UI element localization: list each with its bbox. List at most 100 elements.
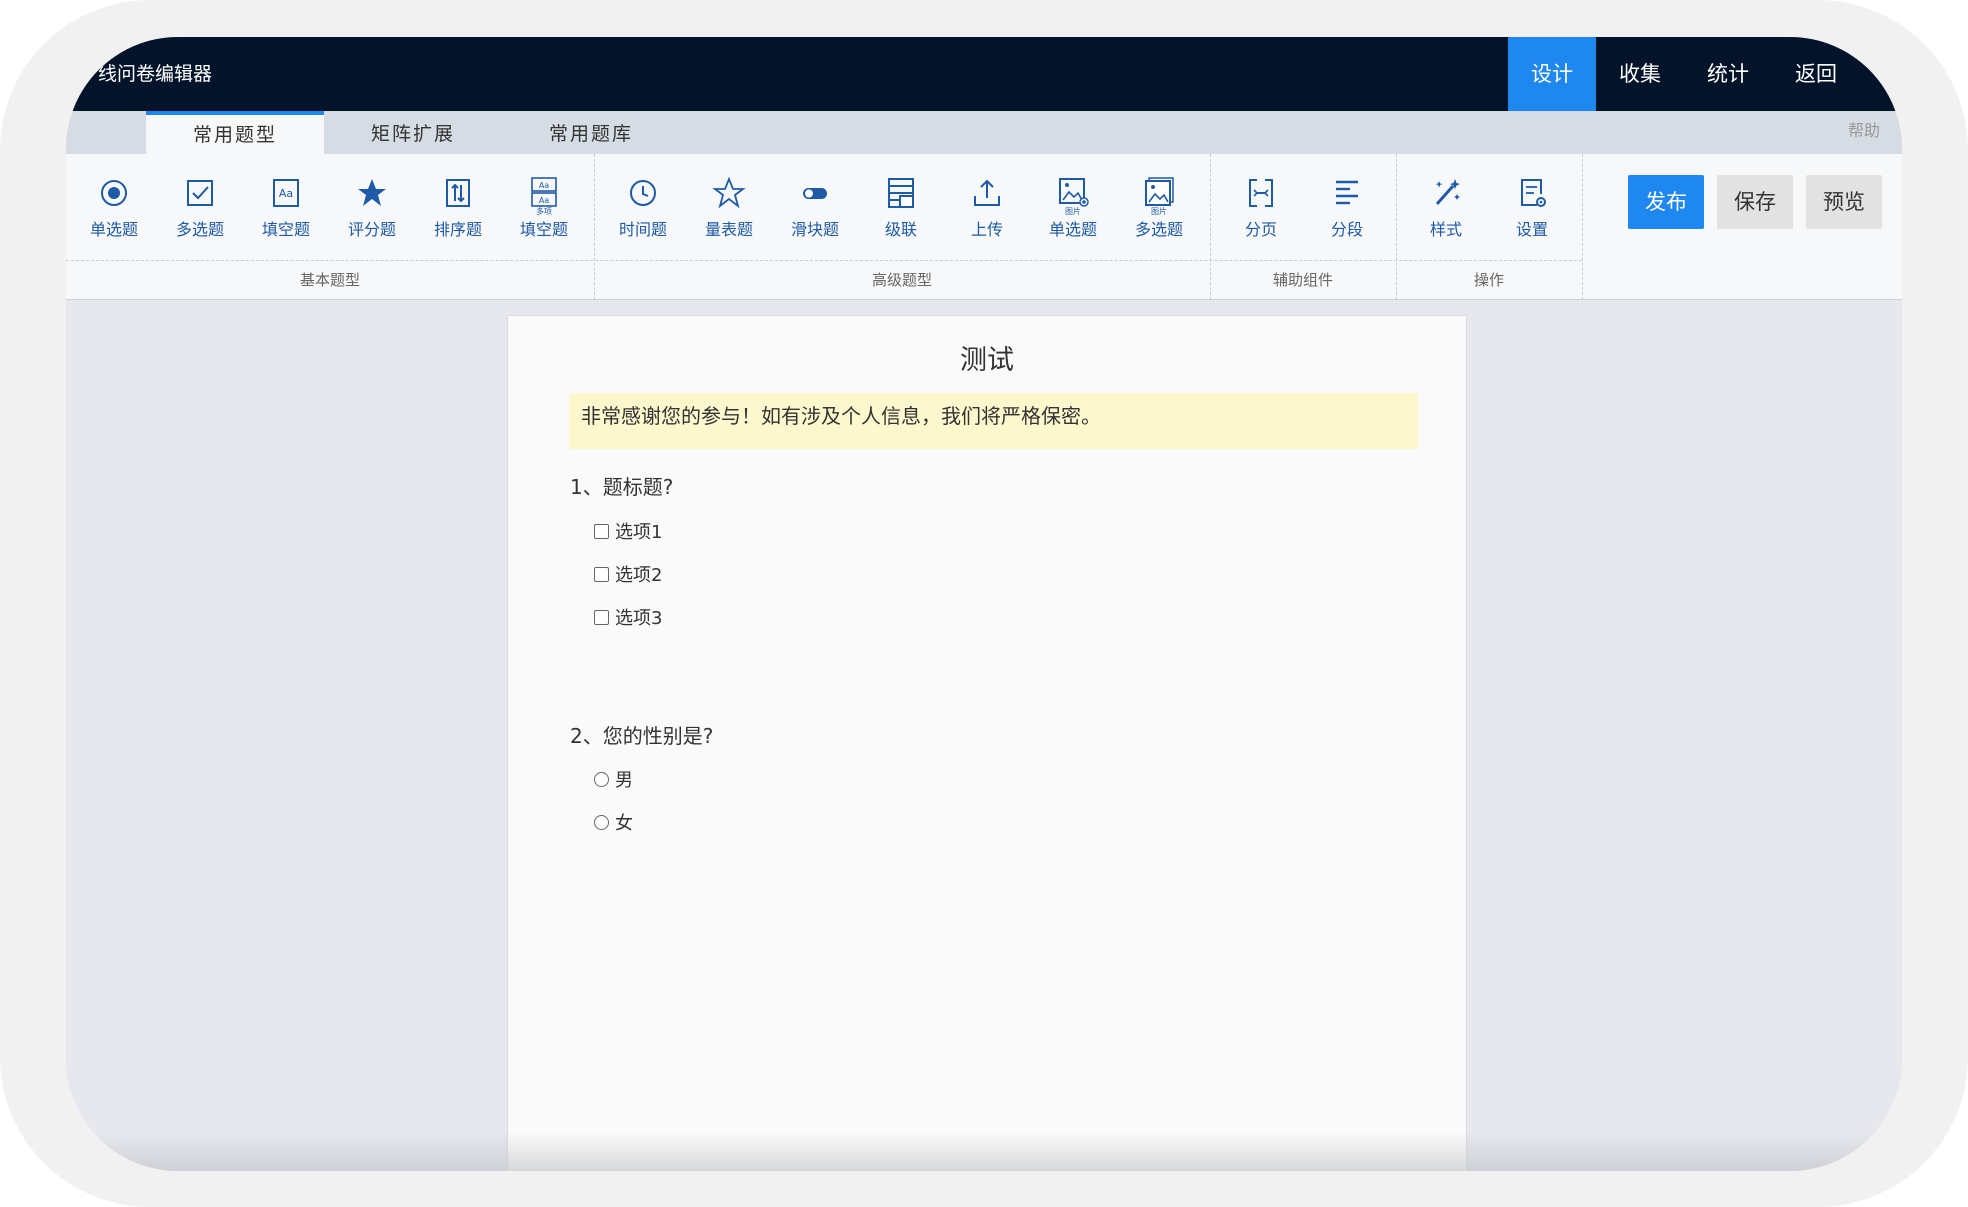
tool-label: 级联: [884, 220, 917, 239]
svg-text:Aa: Aa: [279, 187, 293, 200]
tool-label: 排序题: [433, 220, 482, 239]
tool-label: 分页: [1244, 220, 1277, 239]
radio-icon: [101, 180, 127, 206]
option-label: 选项3: [615, 608, 663, 629]
magic-wand-icon: [1435, 179, 1460, 205]
upload-icon: [974, 179, 1000, 206]
option-label: 男: [615, 770, 633, 791]
save-button[interactable]: 保存: [1717, 175, 1793, 229]
cascade-icon: [888, 178, 914, 208]
preview-button[interactable]: 预览: [1806, 175, 1882, 229]
radio-button[interactable]: [594, 814, 609, 830]
tool-label: 上传: [970, 220, 1003, 239]
sort-icon: [446, 179, 470, 207]
tool-rating[interactable]: 评分题: [329, 170, 415, 250]
survey-notice[interactable]: 非常感谢您的参与！如有涉及个人信息，我们将严格保密。: [569, 393, 1418, 449]
device-frame: 线问卷编辑器 设计 收集 统计 返回 常用题型 矩阵扩展 常用题库 帮助 单选题…: [0, 0, 1968, 1207]
nav-collect[interactable]: 收集: [1596, 37, 1684, 111]
top-navbar: 线问卷编辑器 设计 收集 统计 返回: [66, 37, 1902, 111]
checkbox[interactable]: [594, 523, 609, 539]
tool-sort[interactable]: 排序题: [415, 170, 501, 250]
tool-label: 填空题: [261, 220, 310, 239]
nav-design[interactable]: 设计: [1508, 37, 1596, 111]
survey-title[interactable]: 测试: [508, 338, 1466, 377]
tab-question-bank[interactable]: 常用题库: [502, 111, 680, 154]
radio-button[interactable]: [594, 771, 609, 787]
multi-text-field-icon: Aa Aa: [531, 177, 557, 207]
tool-section[interactable]: 分段: [1304, 170, 1390, 250]
tool-label: 填空题: [519, 220, 568, 239]
tool-settings[interactable]: 设置: [1489, 170, 1575, 250]
tool-label: 多选题: [175, 220, 224, 239]
tool-label: 设置: [1515, 220, 1548, 239]
tab-common-types[interactable]: 常用题型: [146, 111, 324, 154]
survey-canvas: 测试 非常感谢您的参与！如有涉及个人信息，我们将严格保密。 1、题标题? 选项1…: [507, 315, 1467, 1171]
toggle-icon: [803, 188, 827, 199]
option-label: 选项1: [615, 522, 663, 543]
checkbox[interactable]: [594, 566, 609, 582]
question-toolbar: 单选题 多选题 Aa 填空题 评分题 排序题 Aa Aa 多项 填空题 时间题: [66, 154, 1902, 300]
image-badge: 图片: [1065, 207, 1081, 216]
app-title: 线问卷编辑器: [98, 63, 213, 85]
option-label: 选项2: [615, 565, 663, 586]
question-title[interactable]: 1、题标题?: [570, 471, 673, 500]
tool-multi-fill-blank[interactable]: Aa Aa 多项 填空题: [501, 170, 587, 250]
group-label-advanced: 高级题型: [871, 271, 932, 289]
checkbox[interactable]: [594, 609, 609, 625]
group-label-basic: 基本题型: [299, 271, 360, 289]
image-stack-icon: [1145, 177, 1174, 206]
checkbox-option[interactable]: 选项1: [594, 518, 662, 544]
tool-image-single[interactable]: 图片 单选题: [1030, 170, 1116, 250]
settings-doc-icon: [1521, 179, 1546, 207]
page-break-icon: [1249, 179, 1273, 207]
tool-scale[interactable]: 量表题: [686, 170, 772, 250]
option-label: 女: [615, 813, 633, 834]
tool-label: 单选题: [1048, 220, 1097, 239]
star-outline-icon: [712, 176, 746, 209]
multi-badge: 多项: [536, 207, 552, 216]
tool-label: 样式: [1429, 220, 1462, 239]
group-divider: [66, 260, 1582, 261]
tool-style[interactable]: 样式: [1403, 170, 1489, 250]
tool-upload[interactable]: 上传: [944, 170, 1030, 250]
tool-label: 评分题: [347, 220, 396, 239]
star-icon: [358, 179, 386, 206]
app-screen: 线问卷编辑器 设计 收集 统计 返回 常用题型 矩阵扩展 常用题库 帮助 单选题…: [66, 37, 1902, 1171]
tool-pagination[interactable]: 分页: [1218, 170, 1304, 250]
image-radio-icon: [1059, 178, 1089, 207]
radio-option[interactable]: 女: [594, 809, 633, 835]
tool-label: 量表题: [704, 220, 753, 239]
tool-single-choice[interactable]: 单选题: [71, 170, 157, 250]
tool-label: 分段: [1330, 220, 1363, 239]
tool-label: 滑块题: [790, 220, 839, 239]
svg-text:Aa: Aa: [539, 181, 549, 190]
paragraph-icon: [1336, 180, 1358, 205]
tool-multi-choice[interactable]: 多选题: [157, 170, 243, 250]
checkbox-option[interactable]: 选项3: [594, 604, 662, 630]
tab-matrix[interactable]: 矩阵扩展: [324, 111, 502, 154]
svg-text:Aa: Aa: [539, 196, 549, 205]
tool-label: 时间题: [618, 220, 667, 239]
tool-label: 多选题: [1134, 220, 1183, 239]
publish-button[interactable]: 发布: [1628, 175, 1704, 229]
help-link[interactable]: 帮助: [1848, 117, 1880, 141]
tool-slider[interactable]: 滑块题: [772, 170, 858, 250]
group-label-aux: 辅助组件: [1272, 271, 1333, 289]
tool-label: 单选题: [89, 220, 138, 239]
question-title[interactable]: 2、您的性别是?: [570, 720, 713, 749]
text-field-icon: Aa: [273, 179, 299, 207]
tool-time[interactable]: 时间题: [600, 170, 686, 250]
group-divider: [1582, 154, 1583, 300]
tool-cascade[interactable]: 级联: [858, 170, 944, 250]
checkbox-icon: [187, 180, 213, 206]
nav-back[interactable]: 返回: [1772, 37, 1860, 111]
tool-image-multi[interactable]: 图片 多选题: [1116, 170, 1202, 250]
radio-option[interactable]: 男: [594, 766, 633, 792]
tool-fill-blank[interactable]: Aa 填空题: [243, 170, 329, 250]
image-badge: 图片: [1151, 207, 1167, 216]
clock-icon: [630, 180, 656, 206]
checkbox-option[interactable]: 选项2: [594, 561, 662, 587]
group-label-ops: 操作: [1473, 271, 1504, 289]
bottom-shadow: [66, 1132, 1902, 1171]
nav-stats[interactable]: 统计: [1684, 37, 1772, 111]
